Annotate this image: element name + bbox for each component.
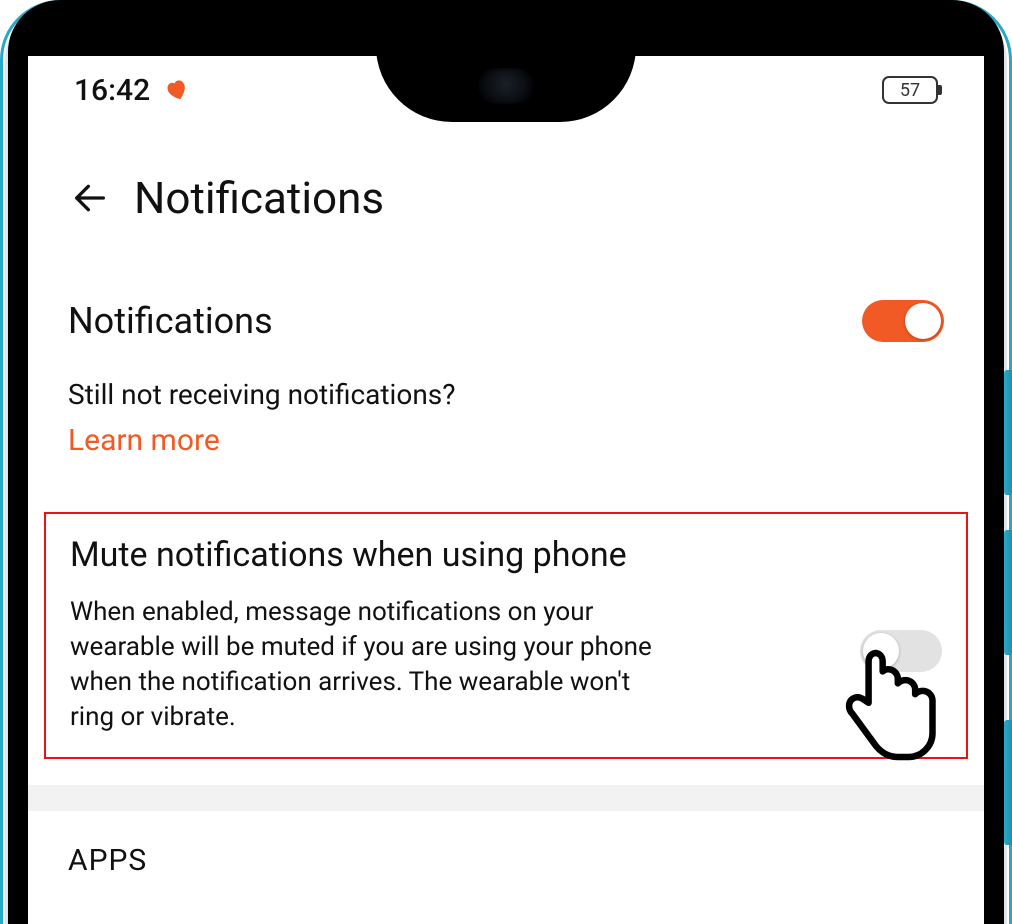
page-header: Notifications [28, 112, 984, 244]
notifications-toggle[interactable] [862, 300, 944, 342]
back-arrow-icon [70, 178, 110, 218]
page-title: Notifications [134, 172, 384, 224]
side-button-vol-down [1004, 530, 1012, 655]
side-button-vol-up [1004, 370, 1012, 495]
display-notch [376, 46, 636, 122]
battery-level: 57 [900, 80, 920, 101]
mute-row[interactable]: Mute notifications when using phone When… [70, 534, 942, 735]
section-divider [28, 785, 984, 811]
status-time: 16:42 [74, 73, 150, 108]
help-text: Still not receiving notifications? [68, 378, 944, 411]
phone-frame: 16:42 57 Notifications [8, 0, 1004, 924]
battery-indicator: 57 [882, 76, 938, 104]
apps-section-label: APPS [68, 843, 944, 878]
learn-more-link[interactable]: Learn more [68, 423, 220, 458]
mute-title: Mute notifications when using phone [70, 534, 842, 577]
side-button-power [1004, 720, 1012, 845]
mute-highlight-box: Mute notifications when using phone When… [44, 512, 968, 759]
toggle-knob [905, 303, 941, 339]
screen: 16:42 57 Notifications [28, 56, 984, 924]
notifications-label: Notifications [68, 300, 273, 342]
mute-description: When enabled, message notifications on y… [70, 595, 670, 735]
heart-icon [164, 77, 190, 103]
settings-content: Notifications Still not receiving notifi… [28, 244, 984, 878]
notifications-row[interactable]: Notifications [68, 286, 944, 356]
mute-toggle[interactable] [860, 630, 942, 672]
front-camera [478, 68, 534, 104]
back-button[interactable] [68, 176, 112, 220]
toggle-knob [863, 633, 899, 669]
